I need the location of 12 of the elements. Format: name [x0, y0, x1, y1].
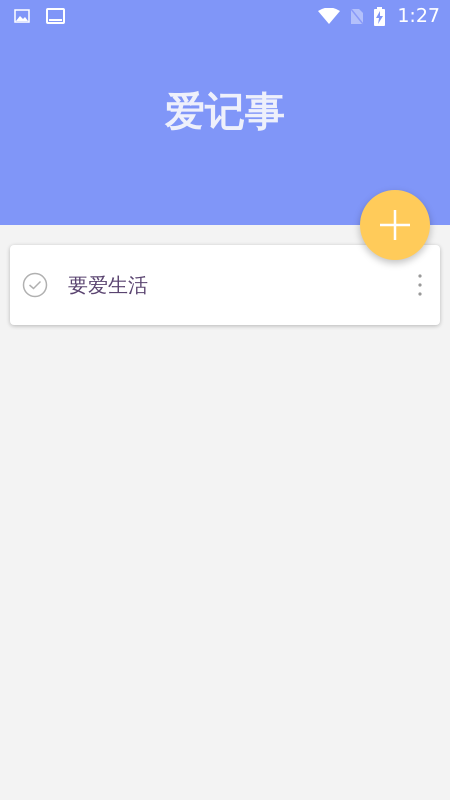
note-text: 要爱生活 [68, 272, 149, 298]
battery-charging-icon [374, 6, 386, 26]
clock-time: 1:27 [397, 5, 440, 27]
screen-icon [46, 8, 65, 24]
image-icon [14, 9, 30, 23]
wifi-icon [318, 8, 340, 24]
check-circle-icon[interactable] [22, 272, 48, 298]
no-sim-icon [350, 8, 364, 24]
note-card[interactable]: 要爱生活 [10, 245, 440, 325]
app-title: 爱记事 [164, 88, 286, 137]
plus-icon [379, 209, 411, 241]
more-options-icon[interactable] [418, 274, 422, 296]
